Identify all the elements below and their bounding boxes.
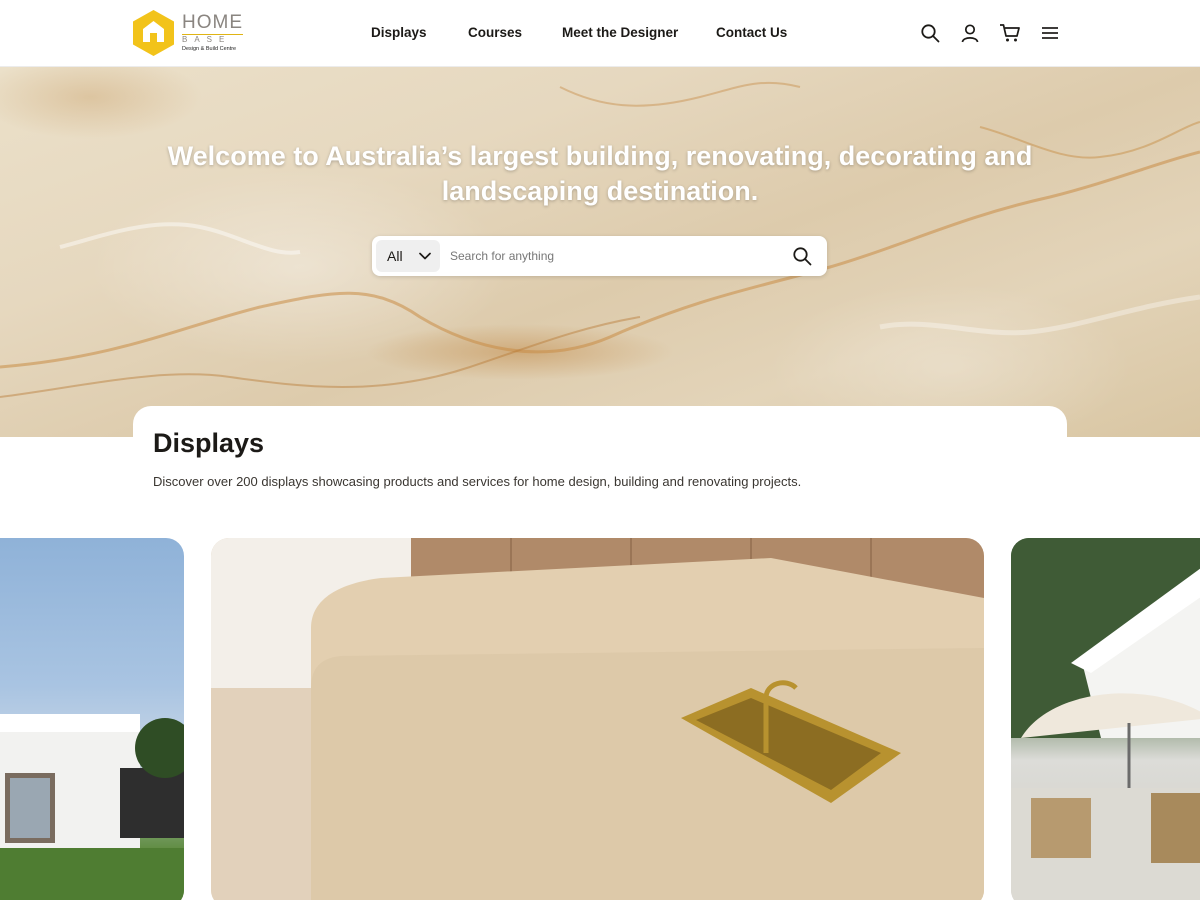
site-header: HOME BASE Design & Build Centre Displays… (0, 0, 1200, 67)
menu-icon[interactable] (1038, 20, 1062, 46)
displays-heading: Displays (153, 428, 265, 458)
displays-card (133, 406, 1067, 516)
chevron-down-icon (419, 252, 431, 260)
nav-item-courses[interactable]: Courses (468, 25, 522, 40)
kitchen-island-image (211, 538, 984, 900)
display-tile-cottage-patio[interactable] (1011, 538, 1200, 900)
nav-item-contact-us[interactable]: Contact Us (716, 25, 787, 40)
cottage-patio-image (1011, 538, 1200, 900)
logo-tagline: Design & Build Centre (182, 46, 237, 53)
displays-description: Discover over 200 displays showcasing pr… (153, 474, 802, 489)
display-tile-house-exterior[interactable] (0, 538, 184, 900)
house-exterior-image (0, 714, 184, 900)
display-tile-kitchen-island[interactable] (211, 538, 984, 900)
search-category-select[interactable]: All (376, 240, 440, 272)
nav-item-meet-the-designer[interactable]: Meet the Designer (562, 25, 678, 40)
hero-banner: Welcome to Australia’s largest building,… (0, 67, 1200, 437)
search-input[interactable] (450, 244, 770, 268)
user-icon[interactable] (958, 20, 982, 46)
cart-icon[interactable] (998, 20, 1022, 46)
search-category-label: All (387, 248, 403, 264)
hero-title: Welcome to Australia’s largest building,… (167, 141, 1033, 206)
search-bar: All (372, 236, 827, 276)
search-icon[interactable] (918, 20, 942, 46)
nav-item-displays[interactable]: Displays (371, 25, 427, 40)
search-submit-icon[interactable] (790, 244, 814, 268)
